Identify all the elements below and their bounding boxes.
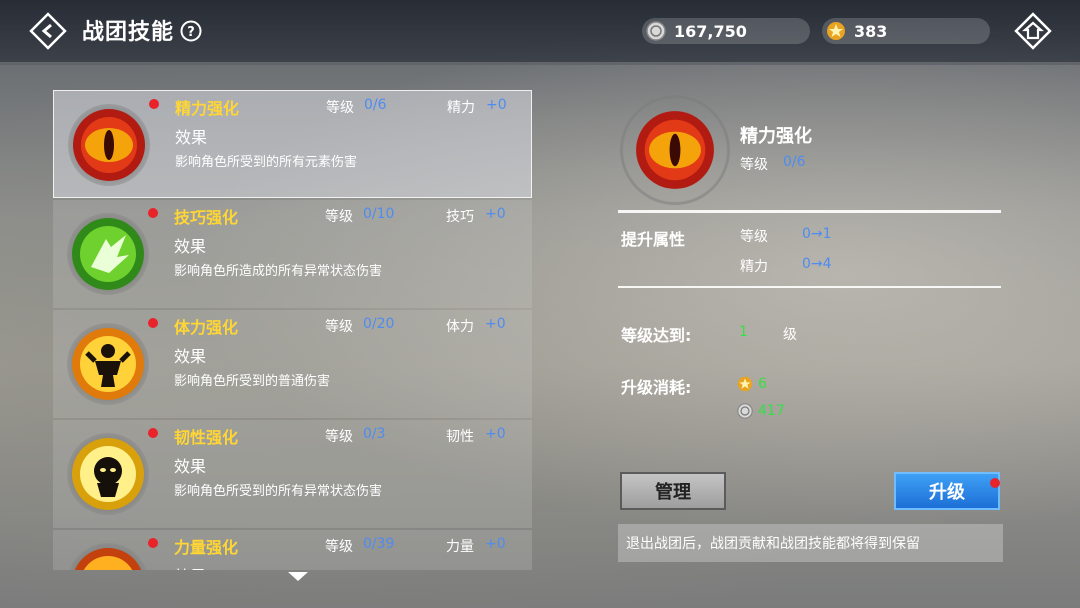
dragon-eye-icon <box>73 109 145 181</box>
skill-description: 影响角色所受到的所有元素伤害 <box>175 155 358 170</box>
skill-name: 体力强化 <box>174 318 239 337</box>
effect-label: 效果 <box>175 128 208 147</box>
help-icon[interactable]: ? <box>180 20 202 42</box>
dragon-eye-icon <box>636 111 714 189</box>
level-label: 等级 <box>325 209 353 225</box>
coin-amount: 167,750 <box>674 21 747 41</box>
upgrade-button[interactable]: 升级 <box>894 472 1000 510</box>
effect-label: 效果 <box>174 347 207 366</box>
top-bar: 战团技能 ? 167,750 383 <box>0 0 1080 65</box>
new-indicator-dot <box>148 538 158 548</box>
green-wing-icon <box>72 218 144 290</box>
skill-item[interactable]: 精力强化 等级 0/6 精力 +0 效果 影响角色所受到的所有元素伤害 <box>53 90 532 198</box>
attr-value: 0→4 <box>802 256 832 272</box>
scroll-down-arrow-icon[interactable] <box>288 572 308 581</box>
detail-skill-icon-frame <box>620 95 730 205</box>
new-indicator-dot <box>148 428 158 438</box>
skill-description: 影响角色所受到的所有异常状态伤害 <box>174 484 383 499</box>
level-label: 等级 <box>325 539 353 555</box>
skill-icon-frame <box>67 543 149 570</box>
skill-item[interactable]: 技巧强化 等级 0/10 技巧 +0 效果 影响角色所造成的所有异常状态伤害 <box>53 200 532 308</box>
level-requirement-unit: 级 <box>783 327 797 343</box>
star-medal-icon <box>827 22 845 40</box>
level-label: 等级 <box>326 100 354 116</box>
skill-icon-frame <box>67 323 149 405</box>
divider <box>618 286 1001 288</box>
stat-value: +0 <box>485 316 506 332</box>
stat-value: +0 <box>485 536 506 552</box>
skill-item[interactable]: 体力强化 等级 0/20 体力 +0 效果 影响角色所受到的普通伤害 <box>53 310 532 418</box>
manage-button[interactable]: 管理 <box>620 472 726 510</box>
star-medal-icon <box>737 376 753 392</box>
attr-label: 等级 <box>740 229 768 245</box>
fist-flame-icon <box>74 548 142 570</box>
coin-counter: 167,750 <box>642 18 810 44</box>
effect-label: 效果 <box>174 457 207 476</box>
strong-figure-icon <box>72 328 144 400</box>
stat-value: +0 <box>485 206 506 222</box>
cost-label: 升级消耗: <box>621 378 692 397</box>
skill-name: 技巧强化 <box>174 208 239 227</box>
skill-name: 韧性强化 <box>174 428 239 447</box>
star-amount: 383 <box>854 21 888 41</box>
burst-figure-icon <box>72 438 144 510</box>
coin-icon <box>737 403 753 419</box>
stat-value: +0 <box>485 426 506 442</box>
back-diamond-icon <box>29 12 67 50</box>
detail-level-value: 0/6 <box>783 154 806 170</box>
skill-list[interactable]: 精力强化 等级 0/6 精力 +0 效果 影响角色所受到的所有元素伤害 技巧强化… <box>53 90 532 570</box>
skill-description: 影响角色所受到的普通伤害 <box>174 374 331 389</box>
upgrade-alert-dot <box>990 478 1000 488</box>
star-counter: 383 <box>822 18 990 44</box>
new-indicator-dot <box>149 99 159 109</box>
level-requirement-value: 1 <box>739 324 748 340</box>
level-value: 0/3 <box>363 426 386 442</box>
divider <box>618 210 1001 213</box>
stat-label: 技巧 <box>446 209 474 225</box>
level-value: 0/10 <box>363 206 395 222</box>
level-value: 0/6 <box>364 97 387 113</box>
page-title: 战团技能 <box>82 20 175 45</box>
svg-text:?: ? <box>187 25 195 40</box>
skill-name: 精力强化 <box>175 99 240 118</box>
detail-level-label: 等级 <box>740 157 768 173</box>
skill-description: 影响角色所造成的所有异常状态伤害 <box>174 264 383 279</box>
back-button[interactable] <box>28 11 68 51</box>
effect-label: 效果 <box>174 237 207 256</box>
detail-skill-name: 精力强化 <box>740 126 812 147</box>
level-requirement-label: 等级达到: <box>621 326 692 345</box>
skill-item[interactable]: 力量强化 等级 0/39 力量 +0 效果 <box>53 530 532 570</box>
level-value: 0/39 <box>363 536 395 552</box>
new-indicator-dot <box>148 318 158 328</box>
home-diamond-icon[interactable] <box>1012 10 1054 52</box>
skill-name: 力量强化 <box>174 538 239 557</box>
skill-item[interactable]: 韧性强化 等级 0/3 韧性 +0 效果 影响角色所受到的所有异常状态伤害 <box>53 420 532 528</box>
stat-label: 体力 <box>446 319 474 335</box>
cost-star-value: 6 <box>758 376 767 392</box>
level-value: 0/20 <box>363 316 395 332</box>
stat-label: 力量 <box>446 539 474 555</box>
stat-label: 韧性 <box>446 429 474 445</box>
new-indicator-dot <box>148 208 158 218</box>
upgrade-attr-label: 提升属性 <box>621 230 686 249</box>
skill-icon-frame <box>68 104 150 186</box>
stat-label: 精力 <box>447 100 475 116</box>
notice-text: 退出战团后，战团贡献和战团技能都将得到保留 <box>618 524 1003 562</box>
level-label: 等级 <box>325 429 353 445</box>
effect-label: 效果 <box>174 563 206 570</box>
skill-icon-frame <box>67 213 149 295</box>
attr-label: 精力 <box>740 259 768 275</box>
attr-value: 0→1 <box>802 226 832 242</box>
cost-coin-value: 417 <box>758 403 785 419</box>
level-label: 等级 <box>325 319 353 335</box>
coin-icon <box>646 21 666 41</box>
stat-value: +0 <box>486 97 507 113</box>
skill-icon-frame <box>67 433 149 515</box>
